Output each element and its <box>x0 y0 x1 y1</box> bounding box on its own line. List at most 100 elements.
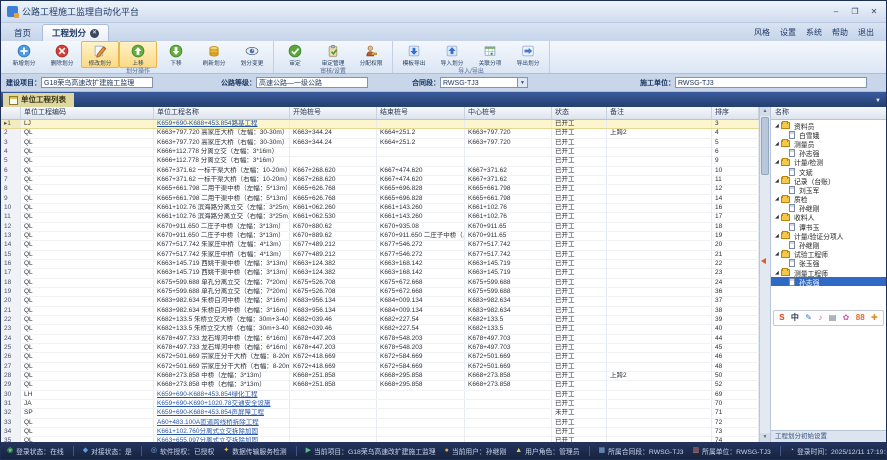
refresh-division-button[interactable]: 刷新划分 <box>195 41 233 68</box>
table-row[interactable]: 15QLK677+517.742 朱家庄中桥（右幅：4*13m）K677+489… <box>1 251 759 260</box>
menu-system[interactable]: 系统 <box>806 27 822 38</box>
tree-folder-row[interactable]: ◢测量工程师 <box>771 268 886 277</box>
scroll-down-icon[interactable]: ▼ <box>760 433 770 442</box>
table-row[interactable]: 9QLK665+661.798 二用干渠中桥（右幅：5*13m）K665+626… <box>1 195 759 204</box>
close-button[interactable]: ✕ <box>866 5 882 18</box>
ime-toolbar[interactable]: S中 ✎ ♪ ▤ ✿ 88 ✚ <box>773 310 884 326</box>
assign-permission-button[interactable]: 分配权限 <box>352 41 390 68</box>
table-row[interactable]: 12QLK670+911.650 二庄子中桥（左幅：3*13m）K670+880… <box>1 223 759 232</box>
menu-settings[interactable]: 设置 <box>780 27 796 38</box>
scroll-thumb[interactable] <box>761 117 769 175</box>
tree-person-row[interactable]: 孙志强 <box>771 277 886 286</box>
table-row[interactable]: 29QLK668+273.858 中桥（右幅：3*13m）K668+251.85… <box>1 381 759 390</box>
table-row[interactable]: 8QLK665+661.798 二用干渠中桥（左幅：5*13m）K665+626… <box>1 185 759 194</box>
table-row[interactable]: 33QLA60+483.100A匝道跨线桥拆除工程已开工72 <box>1 419 759 428</box>
tree-person-row[interactable]: 白雪娥 <box>771 130 886 139</box>
tree-folder-row[interactable]: ◢计量/验证分项人 <box>771 231 886 240</box>
tab-project-division[interactable]: 工程划分✕ <box>42 24 109 41</box>
tab-list-caret-icon[interactable]: ▼ <box>875 98 886 107</box>
column-header-8[interactable]: 排序 <box>712 107 759 119</box>
road-grade-field[interactable]: 高速公路—一级公路 <box>256 77 368 88</box>
tree-person-row[interactable]: 谭书玉 <box>771 222 886 231</box>
menu-exit[interactable]: 退出 <box>858 27 874 38</box>
approve-button[interactable]: 审定 <box>276 41 314 68</box>
chinese-mode-icon[interactable]: 中 <box>791 312 799 324</box>
division-change-button[interactable]: 划分变更 <box>233 41 271 68</box>
table-row[interactable]: 4QLK666+112.778 分离立交（左幅：3*16m）已开工6 <box>1 148 759 157</box>
move-down-button[interactable]: 下移 <box>157 41 195 68</box>
sogou-logo-icon[interactable]: S <box>779 312 784 324</box>
tree-person-row[interactable]: 孙志强 <box>771 149 886 158</box>
table-row[interactable]: 22QLK682+133.5 朱桥立交大桥（左幅：30m+3-40m+…K682… <box>1 316 759 325</box>
column-header-3[interactable]: 开始桩号 <box>290 107 377 119</box>
skin-icon[interactable]: ✿ <box>843 312 850 324</box>
voice-icon[interactable]: ♪ <box>818 312 822 324</box>
table-row[interactable]: 25QLK678+497.733 龙石埠河中桥（右幅：6*16m）K678+44… <box>1 344 759 353</box>
tree-person-row[interactable]: 孙继刚 <box>771 240 886 249</box>
minimize-button[interactable]: – <box>828 5 844 18</box>
tree-person-row[interactable]: 刘玉军 <box>771 185 886 194</box>
table-row[interactable]: 28QLK668+273.858 中桥（左幅：3*13m）K668+251.85… <box>1 372 759 381</box>
tree-folder-row[interactable]: ◢计量/检测 <box>771 158 886 167</box>
column-header-6[interactable]: 状态 <box>552 107 607 119</box>
column-header-1[interactable]: 单位工程编码 <box>21 107 154 119</box>
scroll-up-icon[interactable]: ▲ <box>760 107 770 116</box>
unit-project-list-tab[interactable]: 单位工程列表 <box>3 93 74 107</box>
tree-folder-row[interactable]: ◢收料人 <box>771 213 886 222</box>
link-subitems-button[interactable]: 关联分项 <box>471 41 509 68</box>
table-row[interactable]: 31JAK659+690-K690+1020.78交通安全设施已开工70 <box>1 400 759 409</box>
tree-folder-row[interactable]: ◢质检 <box>771 195 886 204</box>
table-row[interactable]: 7QLK667+371.62 一标干渠大桥（右幅：10-20m）K667+268… <box>1 176 759 185</box>
table-row[interactable]: 24QLK678+497.733 龙石埠河中桥（左幅：6*16m）K678+44… <box>1 335 759 344</box>
table-row[interactable]: ▸1LJK659+690-K688+453.854路基工程已开工3 <box>1 120 759 129</box>
move-up-button[interactable]: 上移 <box>119 41 157 68</box>
column-header-0[interactable] <box>1 107 21 119</box>
tab-close-icon[interactable]: ✕ <box>90 29 99 38</box>
table-row[interactable]: 16QLK663+145.719 西姚干渠中桥（左幅：3*13m）K663+12… <box>1 260 759 269</box>
tab-home[interactable]: 首页 <box>5 25 40 41</box>
table-row[interactable]: 10QLK661+102.76 滨海路分离立交（左幅：3*25m）K661+06… <box>1 204 759 213</box>
column-header-4[interactable]: 结束桩号 <box>377 107 465 119</box>
column-header-2[interactable]: 单位工程名称 <box>154 107 290 119</box>
tree-folder-row[interactable]: ◢测量员 <box>771 139 886 148</box>
emoji-icon[interactable]: 88 <box>856 312 865 324</box>
table-row[interactable]: 17QLK663+145.719 西姚干渠中桥（右幅：3*13m）K663+12… <box>1 269 759 278</box>
table-row[interactable]: 21QLK683+982.634 朱桥白河中桥（右幅：3*16m）K683+95… <box>1 307 759 316</box>
table-row[interactable]: 5QLK666+112.778 分离立交（右幅：3*16m）已开工9 <box>1 157 759 166</box>
add-division-button[interactable]: 新增划分 <box>5 41 43 68</box>
contract-section-field-caret-icon[interactable]: ▼ <box>518 77 528 88</box>
project-field[interactable]: G18荣乌高速改扩建施工监理 <box>41 77 153 88</box>
template-export-button[interactable]: 模板导出 <box>395 41 433 68</box>
handwriting-icon[interactable]: ✎ <box>805 312 812 324</box>
edit-division-button[interactable]: 修改划分 <box>81 41 119 68</box>
table-row[interactable]: 34QLK661+102.760分离式立交拆除加固已开工73 <box>1 428 759 437</box>
table-row[interactable]: 30LHK659+690-K688+453.854绿化工程已开工69 <box>1 391 759 400</box>
table-row[interactable]: 6QLK667+371.62 一标干渠大桥（左幅：10-20m）K667+268… <box>1 167 759 176</box>
tree-person-row[interactable]: 张玉强 <box>771 259 886 268</box>
table-row[interactable]: 11QLK661+102.76 滨海路分离立交（右幅：3*25m）K661+06… <box>1 213 759 222</box>
tree-folder-row[interactable]: ◢资料员 <box>771 121 886 130</box>
tree-folder-row[interactable]: ◢记录（台账） <box>771 176 886 185</box>
table-row[interactable]: 14QLK677+517.742 朱家庄中桥（左幅：4*13m）K677+489… <box>1 241 759 250</box>
export-division-button[interactable]: 导出划分 <box>509 41 547 68</box>
table-row[interactable]: 18QLK675+599.688 单孔分离立交（左幅：7*20m）K675+52… <box>1 279 759 288</box>
table-row[interactable]: 20QLK683+982.634 朱桥白河中桥（左幅：3*16m）K683+95… <box>1 297 759 306</box>
table-row[interactable]: 26QLK672+501.669 宗家庄分干大桥（左幅：8-20m）K672+4… <box>1 353 759 362</box>
table-row[interactable]: 23QLK682+133.5 朱桥立交大桥（右幅：30m+3-40m+…K682… <box>1 325 759 334</box>
toolbox-icon[interactable]: ✚ <box>871 312 878 324</box>
grid-scrollbar[interactable]: ▲ ▼ <box>760 107 771 442</box>
tree-folder-row[interactable]: ◢试验工程师 <box>771 250 886 259</box>
table-row[interactable]: 32SPK659+690-K688+453.854声屏障工程未开工71 <box>1 409 759 418</box>
table-row[interactable]: 3QLK663+797.720 高家庄大桥（右幅：30-30m）K663+344… <box>1 139 759 148</box>
construction-unit-field[interactable]: RWSG-TJ3 <box>675 77 867 88</box>
column-header-5[interactable]: 中心桩号 <box>465 107 552 119</box>
restore-button[interactable]: ❐ <box>847 5 863 18</box>
keyboard-icon[interactable]: ▤ <box>829 312 837 324</box>
import-division-button[interactable]: 导入划分 <box>433 41 471 68</box>
menu-help[interactable]: 帮助 <box>832 27 848 38</box>
menu-style[interactable]: 风格 <box>754 27 770 38</box>
table-row[interactable]: 27QLK672+501.669 宗家庄分干大桥（右幅：8-20m）K672+4… <box>1 363 759 372</box>
contract-section-field[interactable]: RWSG-TJ3 <box>440 77 518 88</box>
table-row[interactable]: 13QLK670+911.650 二庄子中桥（右幅：3*13m）K670+889… <box>1 232 759 241</box>
table-row[interactable]: 19QLK675+599.688 单孔分离立交（右幅：7*20m）K675+52… <box>1 288 759 297</box>
